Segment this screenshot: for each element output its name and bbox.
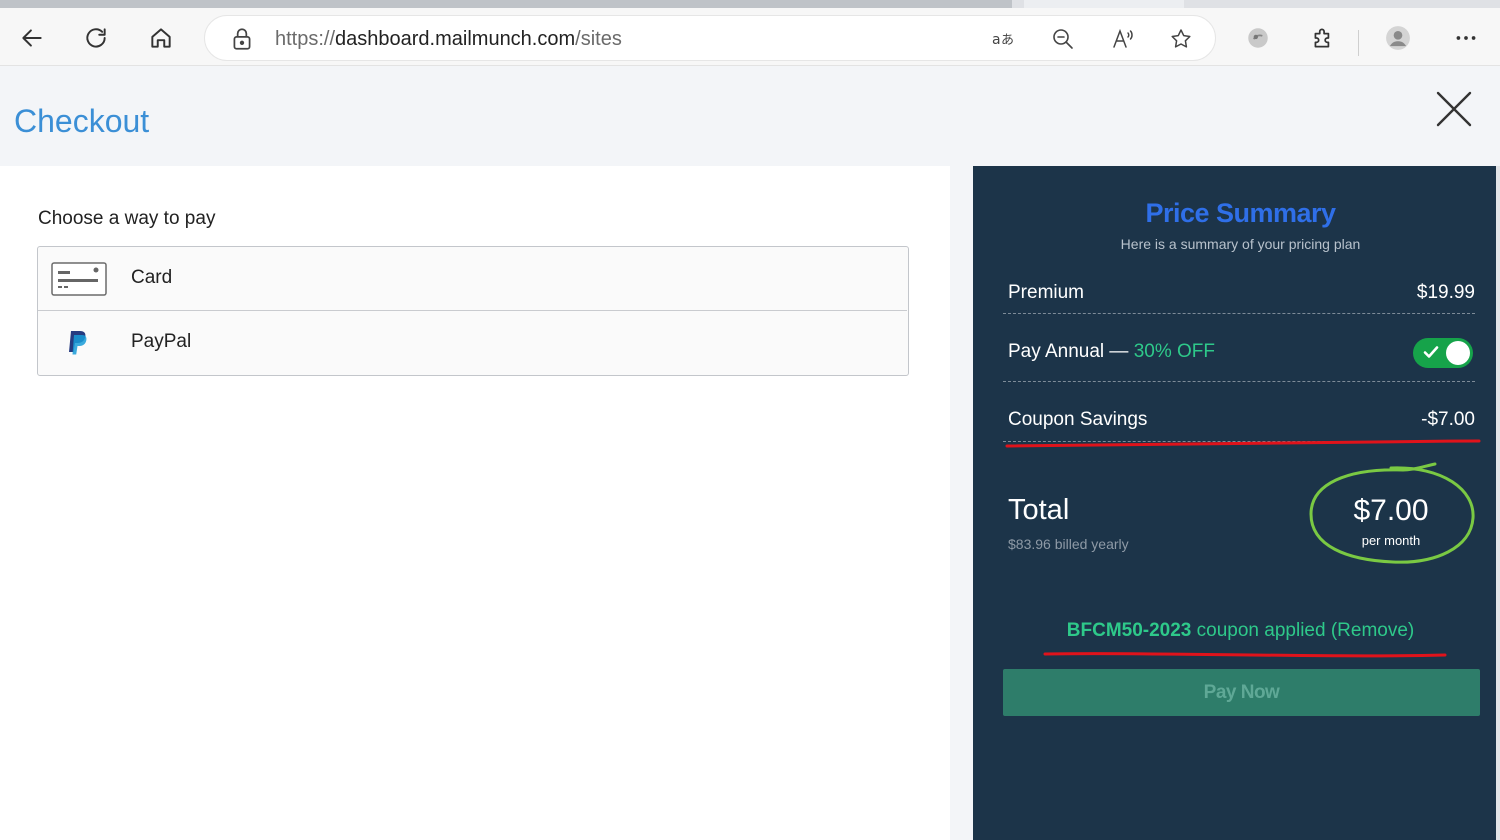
pay-annual-label: Pay Annual — 30% OFF	[1008, 341, 1215, 363]
translate-icon[interactable]: aあ	[989, 25, 1017, 53]
payment-option-card[interactable]: Card	[38, 247, 907, 311]
puzzle-icon[interactable]	[1305, 20, 1341, 56]
inactive-tab[interactable]	[1024, 0, 1184, 8]
plan-price: $19.99	[1416, 282, 1475, 303]
payment-method-list: Card PayPal	[37, 246, 909, 376]
payment-option-card-label: Card	[131, 267, 173, 288]
lock-icon[interactable]	[229, 26, 255, 52]
premium-row: Premium $19.99	[1003, 254, 1475, 314]
page-title: Checkout	[14, 103, 150, 139]
coupon-applied-text: coupon applied	[1196, 620, 1326, 641]
url-scheme: https://	[275, 28, 336, 50]
credit-card-icon	[51, 262, 107, 296]
payment-option-paypal[interactable]: PayPal	[38, 311, 907, 375]
scrollbar[interactable]	[1496, 166, 1500, 840]
colorful-extension-icon[interactable]	[1240, 20, 1276, 56]
check-icon	[1423, 346, 1439, 358]
annual-discount: 30% OFF	[1133, 341, 1216, 362]
coupon-remove-link[interactable]: (Remove)	[1331, 620, 1414, 641]
close-icon[interactable]	[1432, 87, 1476, 131]
coupon-applied-line: BFCM50-2023 coupon applied (Remove)	[973, 620, 1500, 642]
price-summary-subtitle: Here is a summary of your pricing plan	[1120, 236, 1361, 252]
price-summary-title: Price Summary	[1145, 198, 1336, 228]
pay-annual-toggle[interactable]	[1413, 338, 1473, 368]
star-icon[interactable]	[1167, 25, 1195, 53]
payment-option-paypal-label: PayPal	[131, 331, 192, 352]
zoom-out-icon[interactable]	[1049, 25, 1077, 53]
read-aloud-icon[interactable]	[1109, 25, 1137, 53]
total-period: per month	[1361, 533, 1421, 548]
plan-label: Premium	[1008, 282, 1085, 303]
refresh-icon[interactable]	[78, 20, 114, 56]
svg-text:あ: あ	[1001, 33, 1014, 48]
total-price: $7.00	[1353, 494, 1429, 527]
toggle-knob	[1446, 341, 1470, 365]
coupon-savings-label: Coupon Savings	[1008, 409, 1148, 430]
total-label: Total	[1008, 494, 1070, 526]
svg-text:a: a	[992, 32, 1001, 48]
tab-strip	[0, 0, 1500, 8]
coupon-savings-value: -$7.00	[1421, 409, 1475, 430]
address-bar[interactable]: https://dashboard.mailmunch.com/sites aあ	[204, 15, 1216, 61]
price-summary-panel: Price Summary Here is a summary of your …	[973, 166, 1500, 840]
checkout-header: Checkout	[0, 67, 1500, 165]
toolbar-divider	[1358, 30, 1359, 56]
back-arrow-icon[interactable]	[14, 20, 50, 56]
url-host: dashboard.mailmunch.com	[335, 28, 576, 50]
paypal-icon	[69, 331, 87, 355]
active-tab[interactable]	[0, 0, 1012, 8]
red-underline-annotation	[1005, 439, 1481, 448]
payment-heading: Choose a way to pay	[38, 208, 216, 229]
total-billed: $83.96 billed yearly	[1008, 536, 1129, 552]
more-icon[interactable]	[1448, 20, 1484, 56]
home-icon[interactable]	[143, 20, 179, 56]
url-path: /sites	[575, 28, 622, 50]
browser-toolbar: https://dashboard.mailmunch.com/sites aあ	[0, 8, 1500, 66]
payment-methods-panel: Choose a way to pay Card PayPal	[0, 166, 950, 840]
coupon-savings-row: Coupon Savings -$7.00	[1003, 382, 1475, 442]
pay-annual-text: Pay Annual —	[1008, 341, 1129, 362]
coupon-code: BFCM50-2023	[1066, 620, 1192, 641]
url-text[interactable]: https://dashboard.mailmunch.com/sites	[275, 28, 622, 51]
avatar-icon[interactable]	[1380, 20, 1416, 56]
red-underline-annotation-2	[1043, 652, 1447, 658]
pay-annual-row: Pay Annual — 30% OFF	[1003, 314, 1475, 382]
pay-now-button[interactable]: Pay Now	[1003, 669, 1480, 716]
